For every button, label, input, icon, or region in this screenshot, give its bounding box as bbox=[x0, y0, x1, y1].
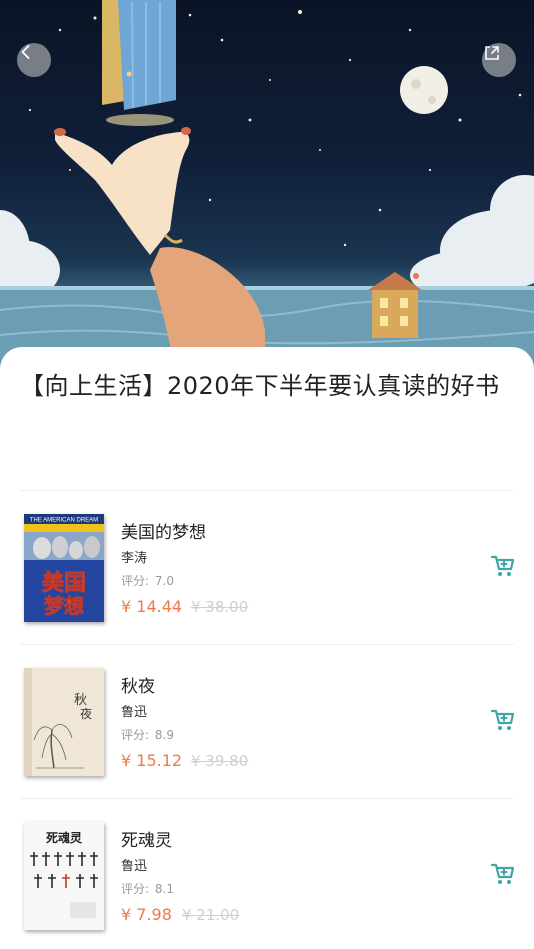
book-original-price: ¥ 21.00 bbox=[182, 906, 240, 924]
cover-image: 死魂灵 bbox=[24, 822, 104, 930]
cover-banner-text: THE AMERICAN DREAM bbox=[30, 518, 98, 524]
book-author: 鲁迅 bbox=[121, 705, 148, 720]
book-price: ¥ 14.44 bbox=[121, 597, 183, 616]
book-item[interactable]: THE AMERICAN DREAM 美国 梦想 美国的梦想 李涛 评分: 7.… bbox=[0, 492, 534, 646]
moon bbox=[400, 66, 448, 114]
cover-image: THE AMERICAN DREAM 美国 梦想 bbox=[24, 514, 104, 622]
add-to-cart-icon[interactable] bbox=[490, 707, 516, 733]
rating-value: 8.1 bbox=[154, 882, 174, 896]
list-title: 【向上生活】2020年下半年要认真读的好书 bbox=[20, 372, 500, 400]
rating-label: 评分: bbox=[121, 728, 150, 742]
book-rating: 评分: 8.9 bbox=[121, 726, 174, 743]
book-author: 鲁迅 bbox=[121, 859, 148, 874]
add-to-cart-icon[interactable] bbox=[490, 861, 516, 887]
clouds bbox=[0, 175, 534, 300]
svg-text:美国: 美国 bbox=[42, 570, 86, 596]
divider bbox=[20, 644, 514, 645]
book-item[interactable]: 秋 夜 秋夜 鲁迅 评分: 8.9 ¥ 15.12 ¥ 39.80 bbox=[0, 646, 534, 800]
cover-image: 秋 夜 bbox=[24, 668, 104, 776]
book-rating: 评分: 8.1 bbox=[121, 880, 174, 897]
book-list-sheet: 【向上生活】2020年下半年要认真读的好书 THE AMERICAN DREAM… bbox=[0, 347, 534, 949]
book-rating: 评分: 7.0 bbox=[121, 572, 174, 589]
rating-value: 7.0 bbox=[154, 574, 174, 588]
book-item[interactable]: 死魂灵 死魂灵 鲁迅 评分: 8.1 ¥ 7.98 ¥ 21.00 bbox=[0, 800, 534, 949]
divider bbox=[20, 798, 514, 799]
book-cover[interactable]: THE AMERICAN DREAM 美国 梦想 bbox=[24, 514, 104, 622]
hero-illustration bbox=[0, 0, 534, 372]
external-share-icon bbox=[485, 46, 499, 60]
book-price: ¥ 15.12 bbox=[121, 751, 183, 770]
book-cover[interactable]: 秋 夜 bbox=[24, 668, 104, 776]
rating-label: 评分: bbox=[121, 882, 150, 896]
chevron-left-icon bbox=[21, 45, 30, 59]
book-title[interactable]: 美国的梦想 bbox=[121, 518, 206, 543]
hero-banner bbox=[0, 0, 534, 372]
book-title[interactable]: 死魂灵 bbox=[121, 826, 172, 851]
back-button[interactable] bbox=[17, 43, 51, 77]
book-price: ¥ 7.98 bbox=[121, 905, 172, 924]
divider bbox=[20, 490, 514, 491]
svg-text:梦想: 梦想 bbox=[44, 594, 84, 618]
rating-label: 评分: bbox=[121, 574, 150, 588]
book-original-price: ¥ 38.00 bbox=[191, 598, 249, 616]
book-original-price: ¥ 39.80 bbox=[191, 752, 249, 770]
book-cover[interactable]: 死魂灵 bbox=[24, 822, 104, 930]
share-button[interactable] bbox=[482, 43, 516, 77]
rating-value: 8.9 bbox=[154, 728, 174, 742]
book-author: 李涛 bbox=[121, 551, 148, 566]
cover-title-text: 秋 bbox=[74, 693, 87, 708]
book-title[interactable]: 秋夜 bbox=[121, 672, 155, 697]
door bbox=[102, 0, 176, 126]
svg-text:夜: 夜 bbox=[80, 706, 92, 721]
add-to-cart-icon[interactable] bbox=[490, 553, 516, 579]
svg-text:死魂灵: 死魂灵 bbox=[46, 830, 83, 845]
